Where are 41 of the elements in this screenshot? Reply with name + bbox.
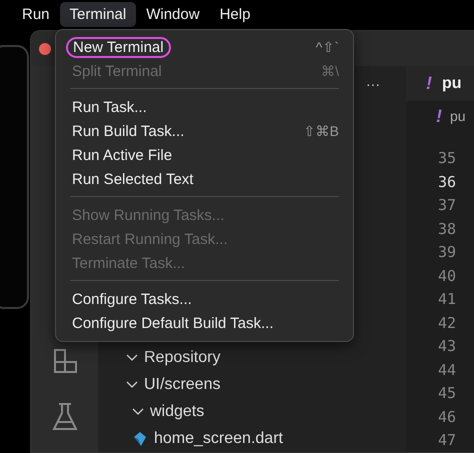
chevron-icon[interactable] (126, 354, 138, 362)
chevron-icon[interactable] (126, 380, 138, 388)
line-number: 42 (438, 312, 456, 334)
folder-name[interactable]: Repository (144, 348, 220, 366)
menu-item[interactable]: Run Build Task... (70, 122, 186, 140)
line-number: 41 (438, 289, 456, 310)
editor-tab[interactable]: ! pu (406, 66, 474, 101)
folder-name[interactable]: UI/screens (144, 376, 220, 394)
close-button[interactable] (39, 42, 51, 54)
breadcrumb[interactable]: pu (450, 108, 466, 124)
shortcut: ⇧⌘B (304, 123, 339, 139)
shortcut: ^⇧` (316, 39, 339, 55)
menu-item[interactable]: Run Task... (70, 98, 149, 116)
folder-name[interactable]: widgets (150, 402, 204, 420)
menu-bar-item[interactable]: Window (136, 2, 210, 26)
menu-bar-item[interactable]: Terminal (60, 2, 136, 26)
file-name[interactable]: home_screen.dart (154, 430, 283, 448)
menu-item[interactable]: Run Active File (70, 146, 174, 164)
line-number: 43 (438, 336, 456, 357)
shortcut: ⌘\ (321, 63, 339, 79)
line-number: 38 (438, 218, 456, 240)
line-number: 44 (438, 360, 456, 380)
menu-bar-item[interactable]: Help (210, 2, 260, 26)
flask-icon[interactable] (50, 402, 78, 432)
menu-item[interactable]: New Terminal (66, 36, 171, 58)
line-number: 47 (438, 430, 456, 451)
menu-item[interactable]: Configure Tasks... (70, 290, 194, 308)
line-number: 40 (438, 266, 456, 286)
menu-item[interactable]: Configure Default Build Task... (70, 314, 276, 332)
dart-file-icon (132, 430, 148, 446)
chevron-icon[interactable] (132, 408, 144, 416)
line-number: 37 (438, 195, 456, 216)
file-type-icon: ! (436, 106, 442, 126)
line-number: 36 (438, 172, 456, 192)
line-number: 45 (438, 383, 456, 404)
menu-item[interactable]: Run Selected Text (70, 170, 196, 188)
more-actions[interactable]: ··· (366, 76, 380, 92)
line-number: 46 (438, 406, 456, 428)
menu-bar-item[interactable]: Run (12, 2, 60, 26)
line-number: 35 (438, 148, 456, 169)
line-number: 39 (438, 242, 456, 263)
